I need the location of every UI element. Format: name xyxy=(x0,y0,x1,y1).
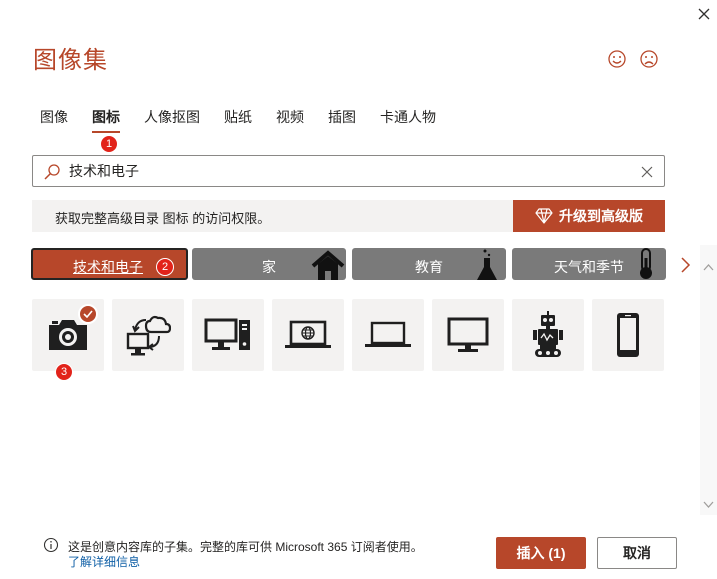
learn-more-link[interactable]: 了解详细信息 xyxy=(68,553,140,570)
icon-tile-smartphone[interactable] xyxy=(592,299,664,371)
search-input[interactable] xyxy=(69,160,629,182)
step-badge-1: 1 xyxy=(100,135,118,153)
insert-button[interactable]: 插入 (1) xyxy=(496,537,586,569)
desktop-tower-icon xyxy=(204,318,250,350)
smile-icon xyxy=(608,50,626,68)
category-education[interactable]: 教育 xyxy=(352,248,506,280)
checkmark-icon xyxy=(83,310,93,318)
tab-icons[interactable]: 图标 xyxy=(92,107,120,127)
search-box xyxy=(32,155,665,187)
tab-illustrations[interactable]: 插图 xyxy=(328,107,356,127)
clear-search-icon[interactable] xyxy=(637,162,657,182)
smile-feedback-button[interactable] xyxy=(606,48,628,70)
smartphone-icon xyxy=(617,313,639,357)
tab-videos[interactable]: 视频 xyxy=(276,107,304,127)
category-next-button[interactable] xyxy=(676,254,694,276)
premium-banner-text: 获取完整高级目录 图标 的访问权限。 xyxy=(55,211,271,226)
step-badge-3: 3 xyxy=(55,363,73,381)
laptop-globe-icon xyxy=(285,320,331,348)
selected-check-badge xyxy=(78,304,98,324)
icon-tile-laptop[interactable] xyxy=(352,299,424,371)
icon-tile-laptop-globe[interactable] xyxy=(272,299,344,371)
tab-cutout-people[interactable]: 人像抠图 xyxy=(144,107,200,127)
category-label: 教育 xyxy=(415,259,443,275)
frown-feedback-button[interactable] xyxy=(638,48,660,70)
premium-banner: 获取完整高级目录 图标 的访问权限。 升级到高级版 xyxy=(32,200,665,232)
results-scrollbar[interactable] xyxy=(700,245,717,515)
category-label: 天气和季节 xyxy=(554,259,624,275)
step-badge-2: 2 xyxy=(156,258,174,276)
chevron-right-icon xyxy=(681,257,691,273)
cloud-sync-computer-icon xyxy=(126,315,171,356)
category-label: 技术和电子 xyxy=(73,259,143,275)
flask-icon xyxy=(477,249,497,280)
icon-tile-monitor[interactable] xyxy=(432,299,504,371)
cancel-button[interactable]: 取消 xyxy=(597,537,677,569)
close-icon xyxy=(698,8,710,20)
upgrade-button[interactable]: 升级到高级版 xyxy=(513,200,665,232)
diamond-icon xyxy=(535,208,553,224)
icon-tile-robot[interactable] xyxy=(512,299,584,371)
tab-images[interactable]: 图像 xyxy=(40,107,68,127)
icon-tile-desktop[interactable] xyxy=(192,299,264,371)
scroll-up-icon[interactable] xyxy=(702,261,715,274)
laptop-icon xyxy=(365,321,411,347)
category-label: 家 xyxy=(262,259,276,275)
category-weather-seasons[interactable]: 天气和季节 xyxy=(512,248,666,280)
scroll-down-icon[interactable] xyxy=(702,498,715,511)
tab-stickers[interactable]: 贴纸 xyxy=(224,107,252,127)
active-tab-indicator xyxy=(92,131,120,133)
frown-icon xyxy=(640,50,658,68)
robot-icon xyxy=(533,311,563,357)
category-home[interactable]: 家 xyxy=(192,248,346,280)
house-icon xyxy=(311,250,345,280)
tab-cartoon-people[interactable]: 卡通人物 xyxy=(380,107,436,127)
search-icon xyxy=(44,164,60,180)
monitor-icon xyxy=(447,317,489,352)
close-button[interactable] xyxy=(692,2,716,26)
dialog-title: 图像集 xyxy=(33,47,108,74)
info-icon xyxy=(43,537,59,553)
thermometer-icon xyxy=(640,248,652,279)
icon-tile-cloud-sync[interactable] xyxy=(112,299,184,371)
upgrade-button-label: 升级到高级版 xyxy=(559,208,643,224)
